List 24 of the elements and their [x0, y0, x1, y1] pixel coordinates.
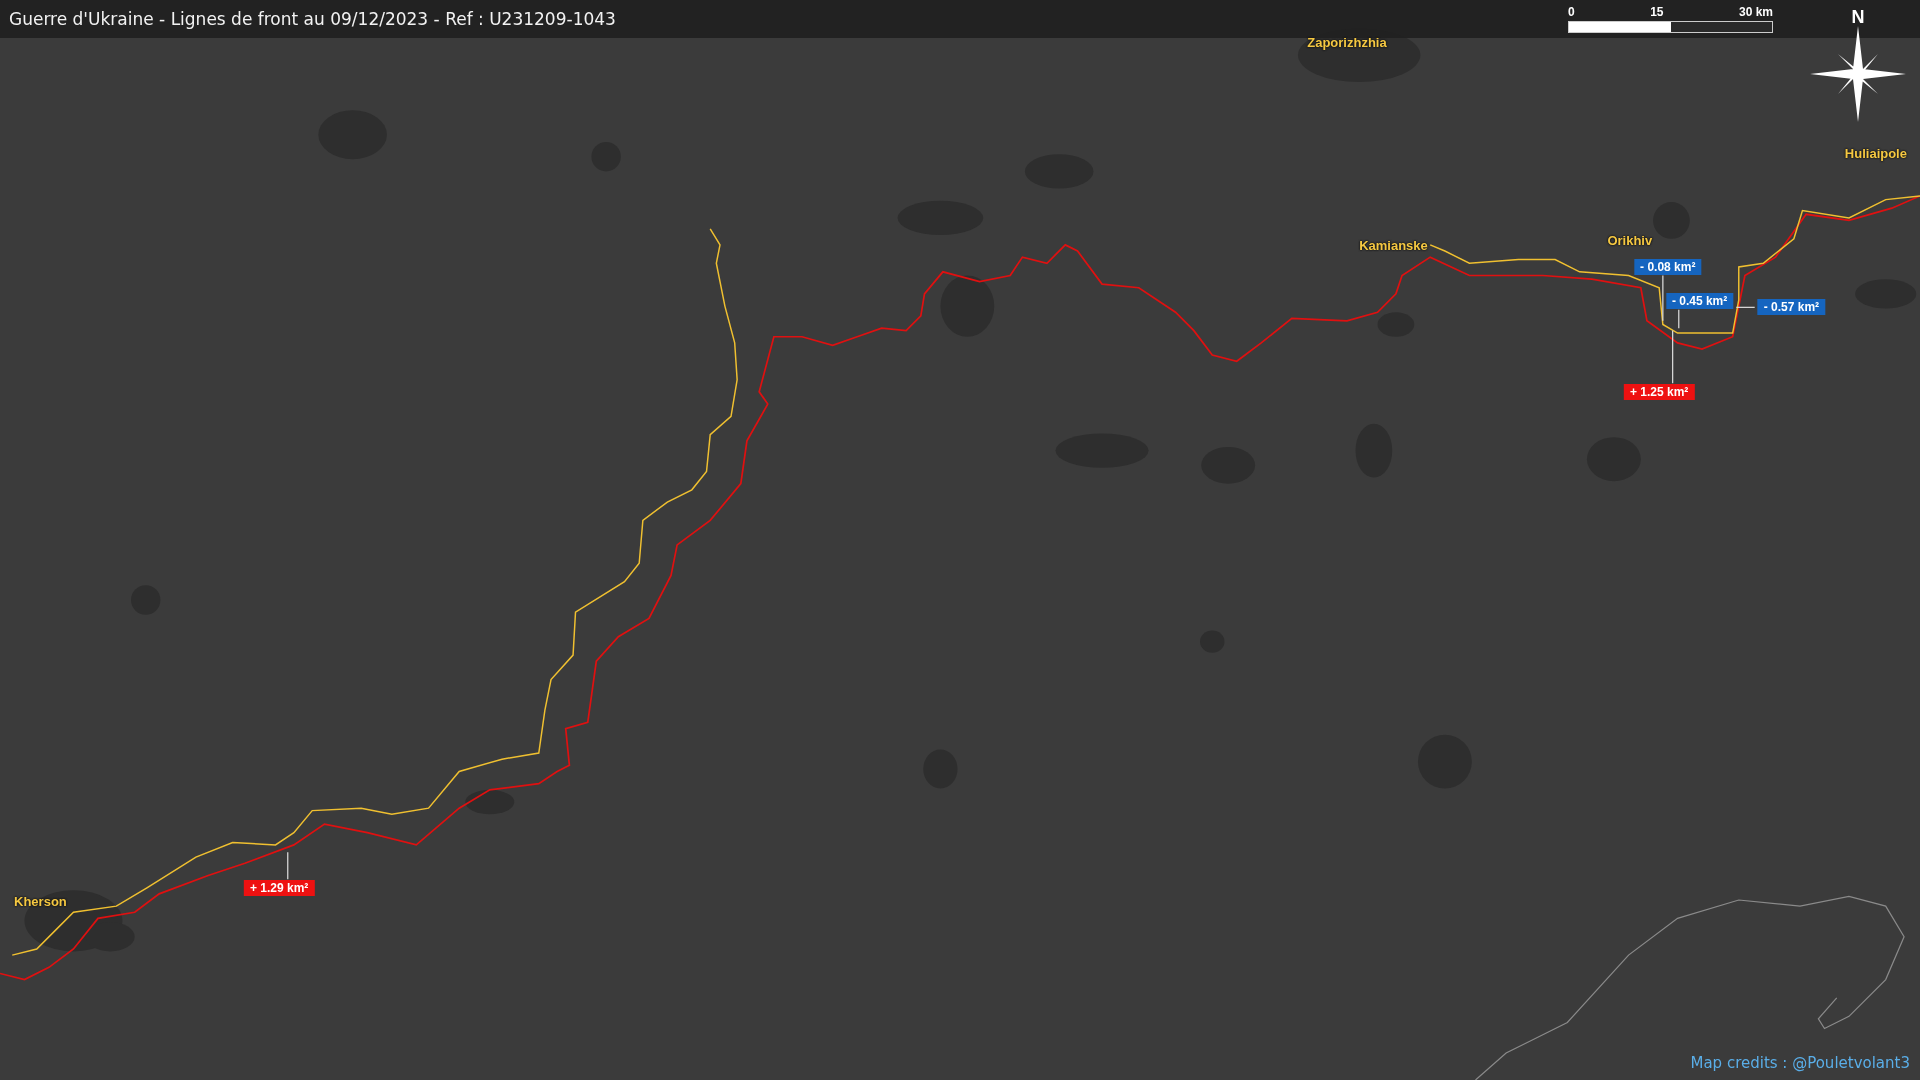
city-label: Orikhiv	[1607, 232, 1653, 248]
area-change-label: - 0.08 km²	[1634, 258, 1702, 275]
leader-line	[1735, 306, 1756, 308]
scale-label: 0	[1568, 5, 1575, 19]
settlement-area	[1377, 312, 1415, 337]
scale-label: 30 km	[1738, 5, 1773, 19]
city-label: Zaporizhzhia	[1307, 34, 1387, 50]
leader-line	[1672, 330, 1674, 384]
leader-line	[1662, 274, 1664, 322]
city-label: Kherson	[14, 893, 67, 909]
area-change-label: + 1.25 km²	[1624, 383, 1695, 400]
leader-line	[287, 851, 289, 880]
area-change-label: - 0.45 km²	[1665, 293, 1734, 310]
scale-label: 15	[1650, 5, 1664, 19]
map-credits: Map credits : @Pouletvolant3	[1690, 1054, 1910, 1072]
city-label: Huliaipole	[1844, 145, 1907, 161]
city-label: Kamianske	[1359, 237, 1428, 253]
settlement-area	[940, 275, 995, 337]
map-title: Guerre d'Ukraine - Lignes de front au 09/12/2023 - Ref : U231209-1043	[9, 9, 616, 29]
area-change-label: + 1.29 km²	[244, 879, 315, 896]
settlement-area	[465, 789, 515, 815]
area-change-label: - 0.57 km²	[1757, 299, 1826, 316]
leader-line	[1678, 309, 1680, 329]
north-label: N	[1851, 8, 1865, 26]
